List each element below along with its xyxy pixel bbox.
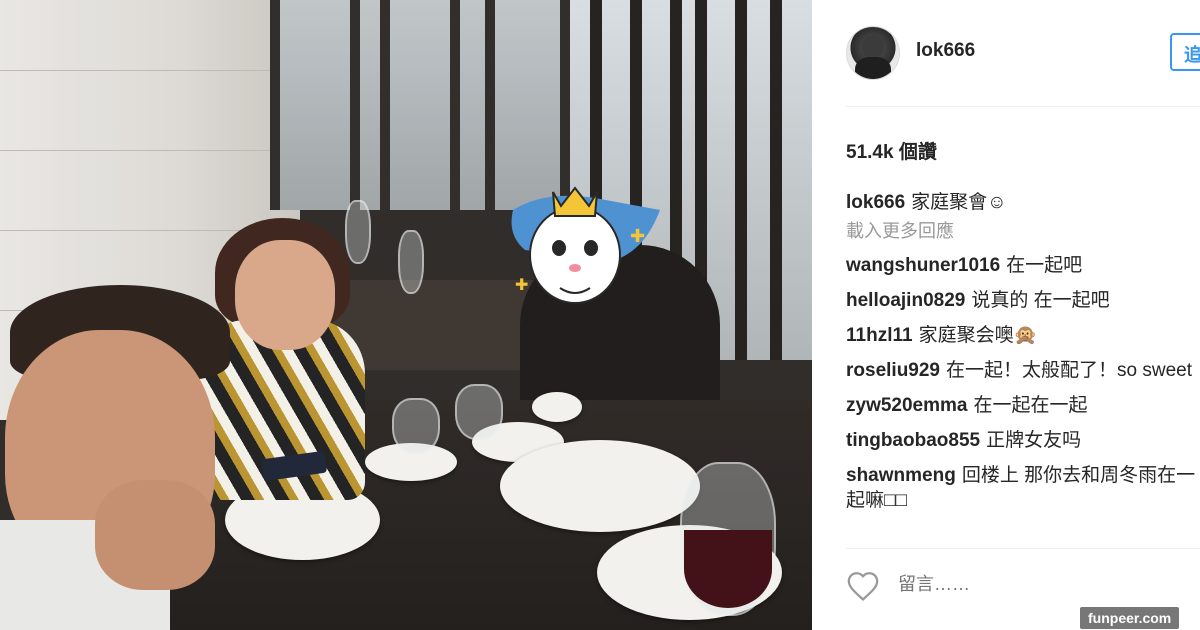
comment-username[interactable]: roseliu929	[846, 360, 940, 381]
footer-divider	[846, 548, 1200, 549]
caption-text: 家庭聚會☺	[911, 192, 1007, 213]
comment-input[interactable]	[898, 574, 1158, 595]
post-photo[interactable]: ✚ ✚	[0, 0, 812, 630]
list-item: roseliu929 在一起！太般配了！so sweet	[846, 358, 1200, 383]
header-divider	[846, 106, 1200, 107]
list-item: helloajin0829 说真的 在一起吧	[846, 288, 1200, 313]
avatar-head	[862, 35, 884, 59]
comment-username[interactable]: tingbaobao855	[846, 430, 980, 451]
comment-username[interactable]: wangshuner1016	[846, 255, 1000, 276]
comment-text: 在一起在一起	[973, 395, 1088, 416]
follow-button[interactable]: 追	[1170, 33, 1200, 71]
post-sidebar: lok666 追 51.4k 個讚 lok666 家庭聚會☺ 載入更多回應 wan…	[812, 0, 1200, 630]
avatar[interactable]	[846, 26, 900, 80]
watermark: funpeer.com	[1080, 607, 1180, 629]
comment-text: 家庭聚会噢🙊	[918, 325, 1038, 346]
comment-text: 在一起吧	[1006, 255, 1083, 276]
comment-text: 正牌女友吗	[986, 430, 1082, 451]
comment-username[interactable]: shawnmeng	[846, 465, 956, 486]
list-item: shawnmeng 回楼上 那你去和周冬雨在一起嘛□□	[846, 463, 1200, 513]
list-item: tingbaobao855 正牌女友吗	[846, 428, 1200, 453]
avatar-torso	[855, 57, 891, 79]
list-item: 11hzl11 家庭聚会噢🙊	[846, 323, 1200, 348]
heart-icon[interactable]	[846, 570, 880, 602]
caption: lok666 家庭聚會☺	[846, 190, 1200, 215]
comment-text: 在一起！太般配了！so sweet	[946, 360, 1192, 381]
comment-username[interactable]: zyw520emma	[846, 395, 967, 416]
caption-username[interactable]: lok666	[846, 192, 905, 213]
post-username[interactable]: lok666	[916, 40, 975, 62]
photo-overlay	[0, 0, 812, 630]
comment-username[interactable]: helloajin0829	[846, 290, 965, 311]
comment-username[interactable]: 11hzl11	[846, 325, 913, 346]
list-item: wangshuner1016 在一起吧	[846, 253, 1200, 278]
like-count[interactable]: 51.4k 個讚	[846, 137, 937, 164]
comment-text: 说真的 在一起吧	[971, 290, 1110, 311]
list-item: zyw520emma 在一起在一起	[846, 393, 1200, 418]
load-more-comments-link[interactable]: 載入更多回應	[846, 219, 1200, 243]
comments-list[interactable]: lok666 家庭聚會☺ 載入更多回應 wangshuner1016 在一起吧 he…	[846, 190, 1200, 538]
